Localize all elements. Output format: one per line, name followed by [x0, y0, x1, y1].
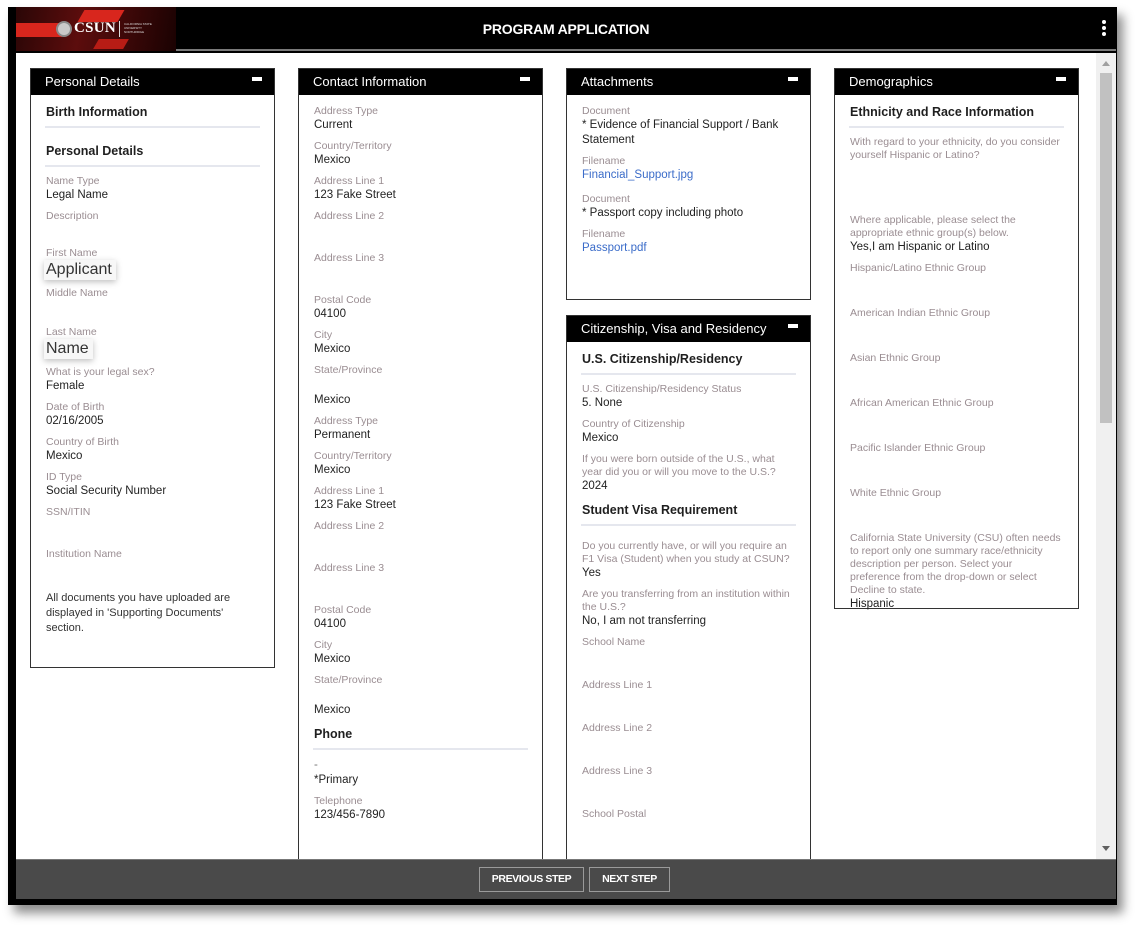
section-us-citizenship: U.S. Citizenship/Residency	[581, 344, 796, 375]
field-institution-name: Institution Name	[46, 548, 122, 560]
field-city: City Mexico	[314, 329, 351, 355]
panel-title: Contact Information	[313, 74, 427, 89]
scroll-down-icon[interactable]	[1102, 846, 1110, 851]
page-title: PROGRAM APPLICATION	[482, 21, 650, 37]
field-ethnic-group: White Ethnic Group	[850, 487, 942, 499]
field-ethnic-group: Asian Ethnic Group	[850, 352, 941, 364]
field-first-name: First Name Applicant	[44, 247, 258, 280]
demographics-panel: Demographics Ethnicity and Race Informat…	[834, 68, 1079, 610]
file-link[interactable]: Passport.pdf	[582, 241, 794, 256]
phone-dash: -	[314, 759, 318, 771]
field-middle-name: Middle Name	[46, 287, 108, 299]
phone-type: *Primary	[314, 774, 359, 786]
field-ethnic-group: American Indian Ethnic Group	[850, 307, 991, 319]
panel-title: Demographics	[849, 74, 933, 89]
attachment-filename: Filename Passport.pdf	[582, 228, 794, 256]
field-address-line-2: Address Line 2	[314, 210, 385, 222]
field-address-line-1: Address Line 1 123 Fake Street	[314, 175, 396, 201]
field-address-line-2: Address Line 2	[314, 520, 385, 532]
field-address-type: Address Type Current	[314, 105, 379, 131]
scrollbar-thumb[interactable]	[1100, 73, 1112, 423]
field-school-address-2: Address Line 2	[582, 722, 653, 734]
scroll-up-icon[interactable]	[1102, 61, 1110, 66]
field-legal-sex: What is your legal sex? Female	[46, 366, 155, 392]
field-move-year: If you were born outside of the U.S., wh…	[582, 453, 776, 492]
attachment-filename: Filename Financial_Support.jpg	[582, 155, 794, 183]
field-last-name: Last Name Name	[44, 326, 97, 359]
field-residency-status: U.S. Citizenship/Residency Status 5. None	[582, 383, 742, 409]
field-school-name: School Name	[582, 636, 646, 648]
field-ethnic-group: Pacific Islander Ethnic Group	[850, 442, 986, 454]
field-ethnic-group-question: Where applicable, please select the appr…	[850, 214, 1016, 253]
field-country-of-citizenship: Country of Citizenship Mexico	[582, 418, 685, 444]
field-id-type: ID Type Social Security Number	[46, 471, 167, 497]
collapse-icon[interactable]	[252, 77, 262, 81]
field-country-of-birth: Country of Birth Mexico	[46, 436, 119, 462]
supporting-documents-note: All documents you have uploaded are disp…	[46, 592, 231, 634]
panel-title: Attachments	[581, 74, 654, 89]
field-hispanic-question: With regard to your ethnicity, do you co…	[850, 136, 1060, 161]
attachment-document: Document * Passport copy including photo	[582, 193, 744, 219]
field-address-line-3: Address Line 3	[314, 562, 385, 574]
field-f1-visa: Do you currently have, or will you requi…	[582, 540, 790, 579]
section-ethnicity: Ethnicity and Race Information	[849, 97, 1064, 128]
app-header: CSUN CALIFORNIA STATE UNIVERSITY NORTHRI…	[16, 7, 1116, 51]
field-city: City Mexico	[314, 639, 351, 665]
field-summary-ethnicity: California State University (CSU) often …	[850, 532, 1061, 610]
field-country: Country/Territory Mexico	[314, 140, 392, 166]
panel-title: Personal Details	[45, 74, 140, 89]
file-link[interactable]: Financial_Support.jpg	[582, 168, 794, 183]
field-date-of-birth: Date of Birth 02/16/2005	[46, 401, 105, 427]
field-address-line-3: Address Line 3	[314, 252, 385, 264]
footer-bar: PREVIOUS STEP NEXT STEP	[16, 859, 1116, 899]
contact-information-panel: Contact Information Address Type Current …	[298, 68, 543, 859]
field-country: Country/Territory Mexico	[314, 450, 392, 476]
app-window: CSUN CALIFORNIA STATE UNIVERSITY NORTHRI…	[8, 7, 1117, 905]
field-postal-code: Postal Code 04100	[314, 294, 372, 320]
field-school-address-1: Address Line 1	[582, 679, 653, 691]
field-address-line-1: Address Line 1 123 Fake Street	[314, 485, 396, 511]
field-name-type: Name Type Legal Name	[46, 175, 109, 201]
field-school-address-3: Address Line 3	[582, 765, 653, 777]
field-ssn-itin: SSN/ITIN	[46, 506, 91, 518]
field-postal-code: Postal Code 04100	[314, 604, 372, 630]
personal-details-panel: Personal Details Birth Information Perso…	[30, 68, 275, 668]
field-state-province: State/Province Mexico	[314, 364, 383, 406]
field-telephone: Telephone 123/456-7890	[314, 795, 385, 821]
field-ethnic-group: Hispanic/Latino Ethnic Group	[850, 262, 986, 274]
section-birth-information: Birth Information	[45, 97, 260, 128]
kebab-menu-icon[interactable]	[1100, 20, 1108, 38]
field-address-type: Address Type Permanent	[314, 415, 379, 441]
main-content: Personal Details Birth Information Perso…	[16, 53, 1096, 859]
collapse-icon[interactable]	[1056, 77, 1066, 81]
panel-title: Citizenship, Visa and Residency	[581, 321, 767, 336]
collapse-icon[interactable]	[788, 324, 798, 328]
field-state-province: State/Province Mexico	[314, 674, 383, 716]
previous-step-button[interactable]: PREVIOUS STEP	[479, 867, 584, 892]
attachments-panel: Attachments Document * Evidence of Financ…	[566, 68, 811, 300]
section-phone: Phone	[313, 725, 528, 750]
field-transferring: Are you transferring from an institution…	[582, 588, 790, 627]
collapse-icon[interactable]	[520, 77, 530, 81]
field-ethnic-group: African American Ethnic Group	[850, 397, 994, 409]
section-personal-details: Personal Details	[45, 136, 260, 167]
collapse-icon[interactable]	[788, 77, 798, 81]
vertical-scrollbar[interactable]	[1096, 53, 1116, 859]
field-description: Description	[46, 210, 99, 222]
field-school-postal: School Postal	[582, 808, 647, 820]
next-step-button[interactable]: NEXT STEP	[589, 867, 670, 892]
citizenship-panel: Citizenship, Visa and Residency U.S. Cit…	[566, 315, 811, 859]
attachment-document: Document * Evidence of Financial Support …	[582, 105, 779, 146]
section-student-visa: Student Visa Requirement	[581, 501, 796, 526]
